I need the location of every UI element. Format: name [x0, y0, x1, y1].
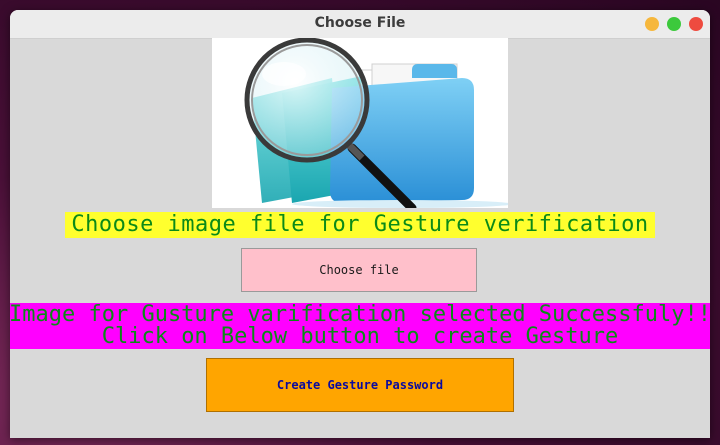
maximize-button[interactable] — [667, 17, 681, 31]
folder-search-image — [212, 37, 512, 213]
create-gesture-password-button[interactable]: Create Gesture Password — [206, 358, 514, 412]
folder-magnifier-icon — [244, 37, 512, 213]
close-button[interactable] — [689, 17, 703, 31]
choose-file-button[interactable]: Choose file — [241, 248, 477, 292]
page-heading: Choose image file for Gesture verificati… — [65, 212, 655, 238]
status-line-2: Click on Below button to create Gesture — [101, 324, 619, 349]
status-banner: Image for Gusture varification selected … — [10, 303, 710, 349]
minimize-button[interactable] — [645, 17, 659, 31]
status-line-1: Image for Gusture varification selected … — [10, 303, 710, 327]
window-title: Choose File — [314, 15, 406, 31]
title-bar[interactable]: Choose File — [10, 10, 710, 39]
choose-file-window: Choose File Choose image file for Gestur… — [10, 10, 710, 438]
